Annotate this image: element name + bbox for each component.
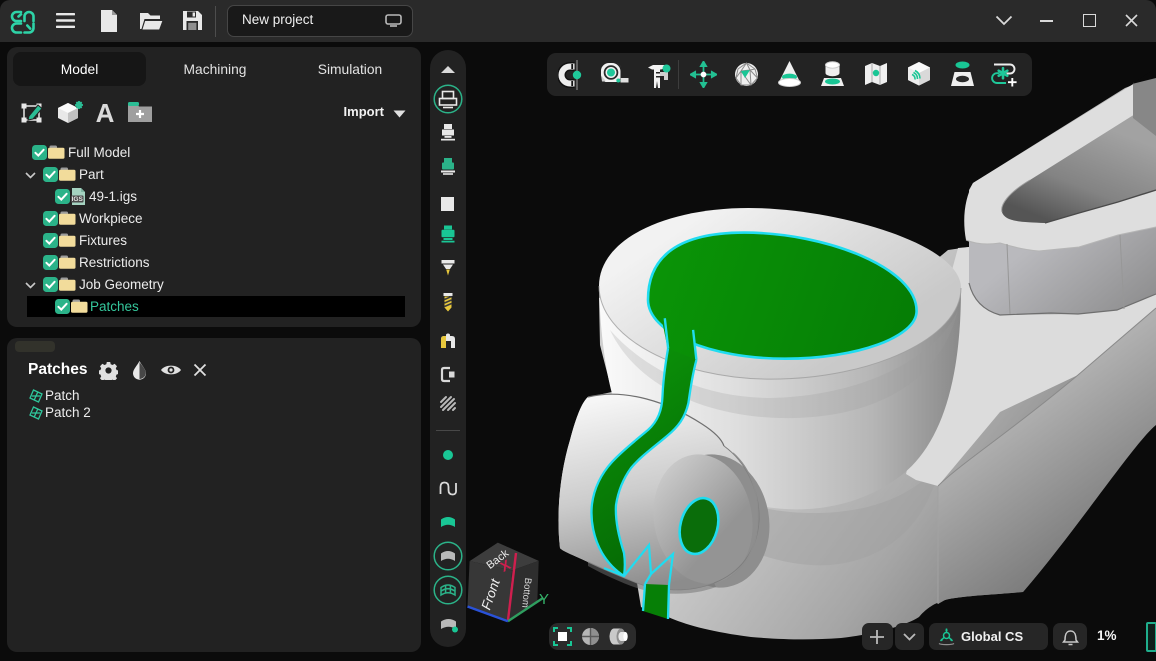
svg-text:IGS: IGS [72,196,84,203]
svg-text:Y: Y [539,591,549,608]
